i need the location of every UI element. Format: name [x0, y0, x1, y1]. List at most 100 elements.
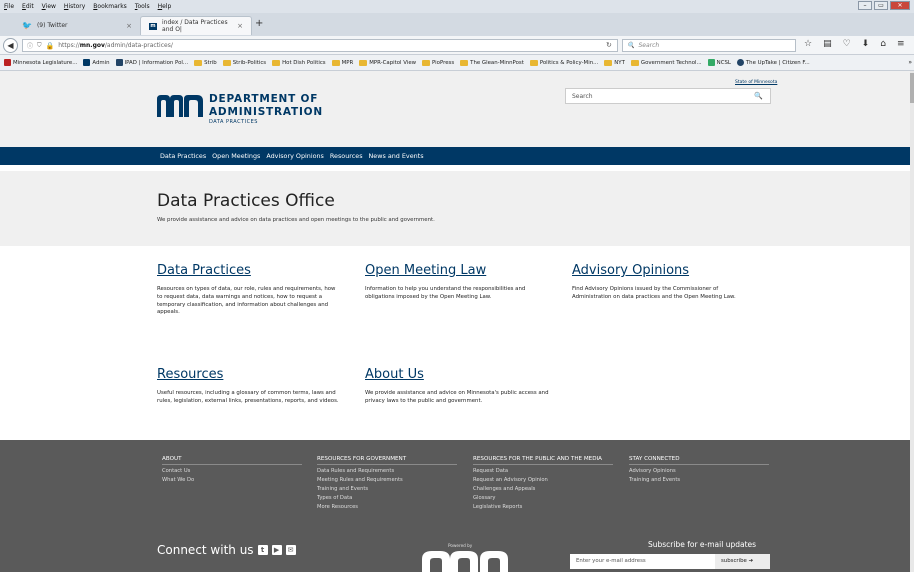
- tracking-shield-icon[interactable]: ⛉: [37, 42, 42, 50]
- tab-close-icon[interactable]: ×: [237, 22, 243, 30]
- legislature-icon: [4, 59, 11, 66]
- footer-link[interactable]: Glossary: [473, 495, 613, 501]
- card-description: Information to help you understand the r…: [365, 286, 526, 300]
- home-icon[interactable]: ⌂: [880, 39, 886, 49]
- mn-logo-icon[interactable]: [157, 95, 205, 117]
- bookmark-item[interactable]: NYT: [604, 59, 625, 66]
- card-title-link[interactable]: Resources: [157, 367, 342, 382]
- bookmark-item[interactable]: MPR: [331, 59, 353, 66]
- bookmark-label: NYT: [614, 59, 625, 66]
- footer-link[interactable]: Meeting Rules and Requirements: [317, 477, 457, 483]
- hamburger-menu-icon[interactable]: ≡: [897, 39, 905, 49]
- minimize-icon[interactable]: –: [858, 1, 872, 10]
- bookmark-item[interactable]: Strib: [194, 59, 217, 66]
- tab-data-practices[interactable]: m index / Data Practices and O| ×: [140, 16, 252, 35]
- tab-close-icon[interactable]: ×: [126, 22, 132, 30]
- twitter-icon[interactable]: t: [257, 545, 268, 555]
- menu-history[interactable]: History: [64, 3, 85, 10]
- bookmark-item[interactable]: Strib-Politics: [222, 59, 267, 66]
- footer-link[interactable]: Data Rules and Requirements: [317, 468, 457, 474]
- scrollbar-thumb[interactable]: [910, 73, 914, 103]
- menu-file[interactable]: File: [4, 3, 14, 10]
- menu-bar: File Edit View History Bookmarks Tools H…: [0, 0, 914, 13]
- reload-icon[interactable]: ↻: [606, 41, 612, 49]
- lock-icon[interactable]: 🔒: [46, 42, 55, 50]
- site-search-input[interactable]: Search 🔍: [565, 88, 771, 104]
- site-footer: ABOUT Contact Us What We Do RESOURCES FO…: [0, 440, 910, 572]
- menu-tools[interactable]: Tools: [135, 3, 150, 10]
- page-title: Data Practices Office: [157, 191, 335, 211]
- bookmark-item[interactable]: MPR-Capitol View: [359, 59, 416, 66]
- footer-heading: STAY CONNECTED: [629, 456, 769, 465]
- bookmark-item[interactable]: Politics & Policy-Min...: [529, 59, 598, 66]
- footer-link[interactable]: Legislative Reports: [473, 504, 613, 510]
- nav-news-and-events[interactable]: News and Events: [369, 152, 424, 160]
- card-title-link[interactable]: Data Practices: [157, 263, 342, 278]
- menu-edit[interactable]: Edit: [22, 3, 34, 10]
- bookmark-label: IPAD | Information Pol...: [124, 59, 189, 66]
- bookmarks-overflow-button[interactable]: »: [908, 59, 912, 66]
- footer-link[interactable]: Advisory Opinions: [629, 468, 769, 474]
- close-window-icon[interactable]: ✕: [890, 1, 910, 10]
- footer-link[interactable]: Request an Advisory Opinion: [473, 477, 613, 483]
- state-of-minnesota-link[interactable]: State of Minnesota: [735, 80, 777, 85]
- bookmark-item[interactable]: Government Technol...: [630, 59, 702, 66]
- card-title-link[interactable]: Open Meeting Law: [365, 263, 550, 278]
- tab-twitter[interactable]: 🐦 (9) Twitter ×: [14, 16, 140, 35]
- menu-bookmarks[interactable]: Bookmarks: [93, 3, 127, 10]
- url-bar[interactable]: ⓘ ⛉ 🔒 https://mn.gov/admin/data-practice…: [22, 39, 618, 52]
- mn-footer-logo-icon: [422, 551, 508, 572]
- folder-icon: [630, 59, 639, 66]
- search-icon[interactable]: 🔍: [754, 92, 763, 100]
- folder-icon: [222, 59, 231, 66]
- bookmark-item[interactable]: The UpTake | Citizen F...: [736, 59, 810, 66]
- bookmark-item[interactable]: Hot Dish Politics: [272, 59, 326, 66]
- email-input[interactable]: Enter your e-mail address: [570, 554, 715, 569]
- footer-link[interactable]: Request Data: [473, 468, 613, 474]
- footer-link[interactable]: More Resources: [317, 504, 457, 510]
- menu-view[interactable]: View: [42, 3, 56, 10]
- footer-link[interactable]: Training and Events: [317, 486, 457, 492]
- nav-advisory-opinions[interactable]: Advisory Opinions: [266, 152, 324, 160]
- footer-link[interactable]: Training and Events: [629, 477, 769, 483]
- bookmark-label: Minnesota Legislature...: [13, 59, 78, 66]
- bookmark-star-icon[interactable]: ☆: [804, 39, 812, 49]
- card-title-link[interactable]: Advisory Opinions: [572, 263, 757, 278]
- card-title-link[interactable]: About Us: [365, 367, 550, 382]
- footer-link[interactable]: Contact Us: [162, 468, 302, 474]
- maximize-icon[interactable]: ▭: [874, 1, 888, 10]
- bookmark-item[interactable]: The Glean-MinnPost: [460, 59, 524, 66]
- new-tab-button[interactable]: +: [255, 18, 263, 29]
- page-scrollbar[interactable]: [910, 71, 914, 572]
- bookmark-item[interactable]: Admin: [83, 59, 110, 66]
- nav-open-meetings[interactable]: Open Meetings: [212, 152, 260, 160]
- window-controls: – ▭ ✕: [858, 1, 910, 10]
- email-icon[interactable]: ✉: [285, 545, 296, 555]
- hero-banner: Data Practices Office We provide assista…: [0, 171, 910, 246]
- bookmark-item[interactable]: PioPress: [422, 59, 454, 66]
- footer-link[interactable]: What We Do: [162, 477, 302, 483]
- ipad-icon: [115, 59, 123, 66]
- pocket-icon[interactable]: ♡: [843, 39, 851, 49]
- search-icon: 🔍: [627, 42, 635, 49]
- menu-help[interactable]: Help: [158, 3, 172, 10]
- bookmark-item[interactable]: IPAD | Information Pol...: [115, 59, 189, 66]
- department-logo-text[interactable]: DEPARTMENT OF ADMINISTRATION DATA PRACTI…: [209, 94, 323, 125]
- nav-data-practices[interactable]: Data Practices: [160, 152, 206, 160]
- reading-list-icon[interactable]: ▤: [823, 39, 832, 49]
- back-button[interactable]: ◀: [3, 38, 18, 53]
- bookmark-item[interactable]: Minnesota Legislature...: [4, 59, 77, 66]
- bookmarks-bar: Minnesota Legislature... Admin IPAD | Info…: [0, 55, 914, 71]
- bookmark-label: Strib-Politics: [232, 59, 267, 66]
- browser-search-input[interactable]: 🔍 Search: [622, 39, 796, 52]
- subscribe-button[interactable]: subscribe ➔: [715, 554, 770, 569]
- download-icon[interactable]: ⬇: [862, 39, 870, 49]
- footer-link[interactable]: Types of Data: [317, 495, 457, 501]
- nav-resources[interactable]: Resources: [330, 152, 363, 160]
- youtube-icon[interactable]: ▶: [271, 545, 282, 555]
- footer-link[interactable]: Challenges and Appeals: [473, 486, 613, 492]
- info-icon[interactable]: ⓘ: [27, 41, 33, 50]
- subscribe-title: Subscribe for e-mail updates: [648, 540, 757, 549]
- folder-icon: [272, 59, 281, 66]
- bookmark-item[interactable]: NCSL: [707, 59, 731, 66]
